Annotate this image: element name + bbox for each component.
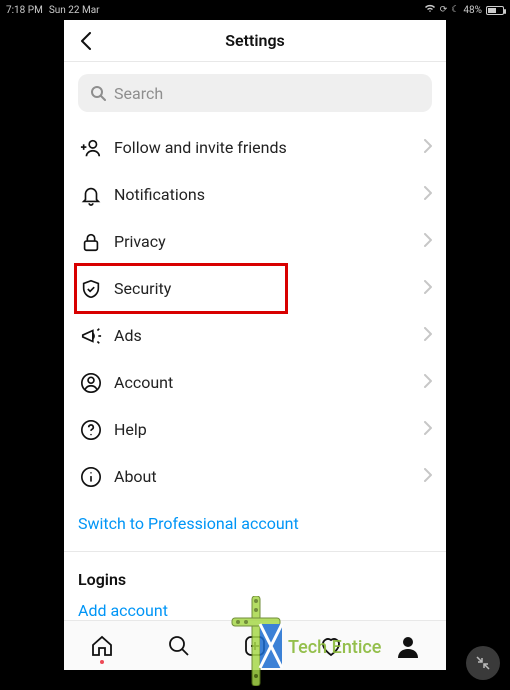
wifi-icon [424,4,436,16]
content-area: Search Follow and invite friends Notific… [64,62,446,620]
settings-item-follow-invite[interactable]: Follow and invite friends [78,124,432,171]
dnd-icon: ☾ [451,5,459,15]
follow-invite-icon [78,137,104,159]
settings-item-label: Notifications [114,185,424,204]
settings-item-label: Ads [114,326,424,345]
settings-item-label: About [114,467,424,486]
switch-professional-link[interactable]: Switch to Professional account [78,500,432,551]
settings-list: Follow and invite friends Notifications … [78,124,432,500]
chevron-right-icon [424,326,432,345]
chevron-right-icon [424,420,432,439]
search-placeholder: Search [114,84,163,103]
settings-item-notifications[interactable]: Notifications [78,171,432,218]
status-bar: 7:18 PM Sun 22 Mar ⟳ ☾ 48% [0,0,510,20]
tab-activity[interactable] [318,633,344,659]
settings-item-privacy[interactable]: Privacy [78,218,432,265]
settings-item-help[interactable]: Help [78,406,432,453]
settings-item-label: Help [114,420,424,439]
settings-item-label: Privacy [114,232,424,251]
settings-item-account[interactable]: Account [78,359,432,406]
collapse-fab[interactable] [466,646,500,680]
lock-icon [78,231,104,253]
status-battery-pct: 48% [463,5,482,16]
settings-item-ads[interactable]: Ads [78,312,432,359]
app-window: Settings Search Follow and invite friend… [64,20,446,670]
status-time: 7:18 PM [6,5,43,16]
chevron-right-icon [424,467,432,486]
settings-item-security[interactable]: Security [78,265,432,312]
account-icon [78,372,104,394]
tab-bar [64,620,446,670]
settings-item-about[interactable]: About [78,453,432,500]
chevron-right-icon [424,279,432,298]
page-title: Settings [225,31,285,50]
back-button[interactable] [78,33,94,49]
search-icon [90,85,106,101]
chevron-right-icon [424,373,432,392]
bell-icon [78,184,104,206]
megaphone-icon [78,325,104,347]
search-input[interactable]: Search [78,74,432,112]
tab-home[interactable] [89,633,115,659]
chevron-right-icon [424,232,432,251]
status-date: Sun 22 Mar [49,5,100,16]
settings-item-label: Account [114,373,424,392]
settings-item-label: Follow and invite friends [114,138,424,157]
orientation-lock-icon: ⟳ [440,5,448,15]
chevron-right-icon [424,185,432,204]
battery-icon [486,6,504,15]
header: Settings [64,20,446,62]
tab-profile[interactable] [395,633,421,659]
logins-section-title: Logins [78,552,432,601]
info-icon [78,466,104,488]
add-account-link[interactable]: Add account [78,601,432,620]
shield-icon [78,278,104,300]
settings-item-label: Security [114,279,424,298]
tab-home-indicator [100,660,104,664]
tab-search[interactable] [166,633,192,659]
chevron-right-icon [424,138,432,157]
tab-create[interactable] [242,633,268,659]
help-icon [78,419,104,441]
